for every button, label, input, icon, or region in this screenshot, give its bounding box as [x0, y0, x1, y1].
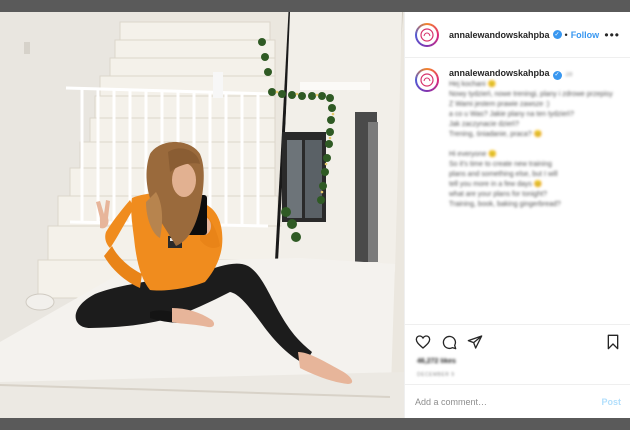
caption-timestamp: 2d [565, 72, 573, 78]
comment-icon[interactable] [441, 334, 457, 350]
verified-badge-icon: ✓ [552, 70, 562, 80]
add-comment-input[interactable] [415, 396, 602, 407]
caption-line: Jak zaczynacie dzień? [449, 121, 520, 128]
caption-line: what are your plans for tonight? [449, 191, 548, 198]
avatar[interactable] [415, 22, 439, 47]
header-username[interactable]: annalewandowskahpba [449, 30, 550, 40]
caption-line: a co u Was? Jakie plany na ten tydzień? [449, 111, 575, 118]
caption-body: annalewandowskahpba ✓ 2d Hej kochani 🙂 Now… [449, 68, 613, 210]
comments-section: annalewandowskahpba ✓ 2d Hej kochani 🙂 Now… [405, 58, 630, 324]
caption-text: Hej kochani 🙂 Nowy tydzień, nowe trening… [449, 80, 613, 210]
follow-button[interactable]: Follow [571, 30, 600, 40]
caption-line: plans and something else, but I will [449, 171, 558, 178]
caption-row: annalewandowskahpba ✓ 2d Hej kochani 🙂 Now… [415, 68, 621, 210]
likes-count[interactable]: 46,272 likes [417, 358, 456, 365]
caption-line: tell you more in a few days 😊 [449, 181, 543, 188]
caption-line: Hej kochani 🙂 [449, 81, 497, 88]
caption-line [449, 140, 613, 150]
post-comment-button[interactable]: Post [601, 397, 621, 407]
more-options-icon[interactable]: ••• [604, 28, 620, 42]
post-actions [405, 324, 630, 358]
heart-icon[interactable] [415, 334, 431, 350]
avatar-logo-icon [417, 24, 437, 45]
add-comment-bar: Post [405, 384, 630, 418]
verified-badge-icon: ✓ [552, 30, 562, 39]
post-image [0, 12, 404, 418]
caption-avatar[interactable] [415, 68, 439, 92]
bookmark-icon[interactable] [605, 334, 621, 350]
post-sidebar: annalewandowskahpba ✓ • Follow ••• annal… [404, 12, 630, 418]
caption-line: So it's time to create new training [449, 161, 552, 168]
caption-line: Training, book, baking gingerbread? [449, 201, 561, 208]
header-separator: • [564, 29, 568, 40]
instagram-post-dialog: annalewandowskahpba ✓ • Follow ••• annal… [0, 12, 630, 418]
browser-top-bar [0, 0, 630, 12]
share-icon[interactable] [467, 334, 483, 350]
browser-bottom-bar [0, 418, 630, 430]
avatar-logo-icon [417, 70, 437, 90]
caption-line: Trening, śniadanie, praca? 😊 [449, 131, 543, 138]
caption-line: Nowy tydzień, nowe treningi, plany i zdr… [449, 91, 613, 98]
caption-username[interactable]: annalewandowskahpba [449, 68, 550, 78]
post-timestamp: DECEMBER 9 [417, 372, 455, 378]
caption-line: Hi everyone 🙂 [449, 151, 498, 158]
post-header: annalewandowskahpba ✓ • Follow ••• [405, 12, 630, 58]
caption-line: Z Wami jestem prawie zawsze :) [449, 101, 550, 108]
